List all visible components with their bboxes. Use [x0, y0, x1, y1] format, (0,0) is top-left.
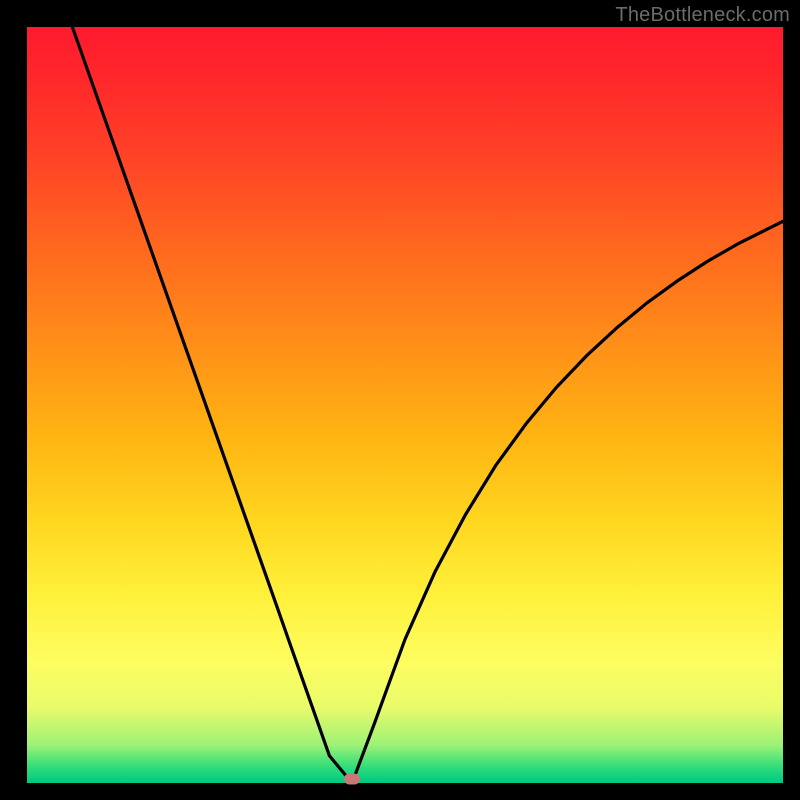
plot-area	[27, 27, 783, 783]
watermark-text: TheBottleneck.com	[615, 4, 790, 27]
chart-frame: TheBottleneck.com	[0, 0, 800, 800]
minimum-marker	[344, 774, 360, 785]
bottleneck-curve	[27, 27, 783, 783]
